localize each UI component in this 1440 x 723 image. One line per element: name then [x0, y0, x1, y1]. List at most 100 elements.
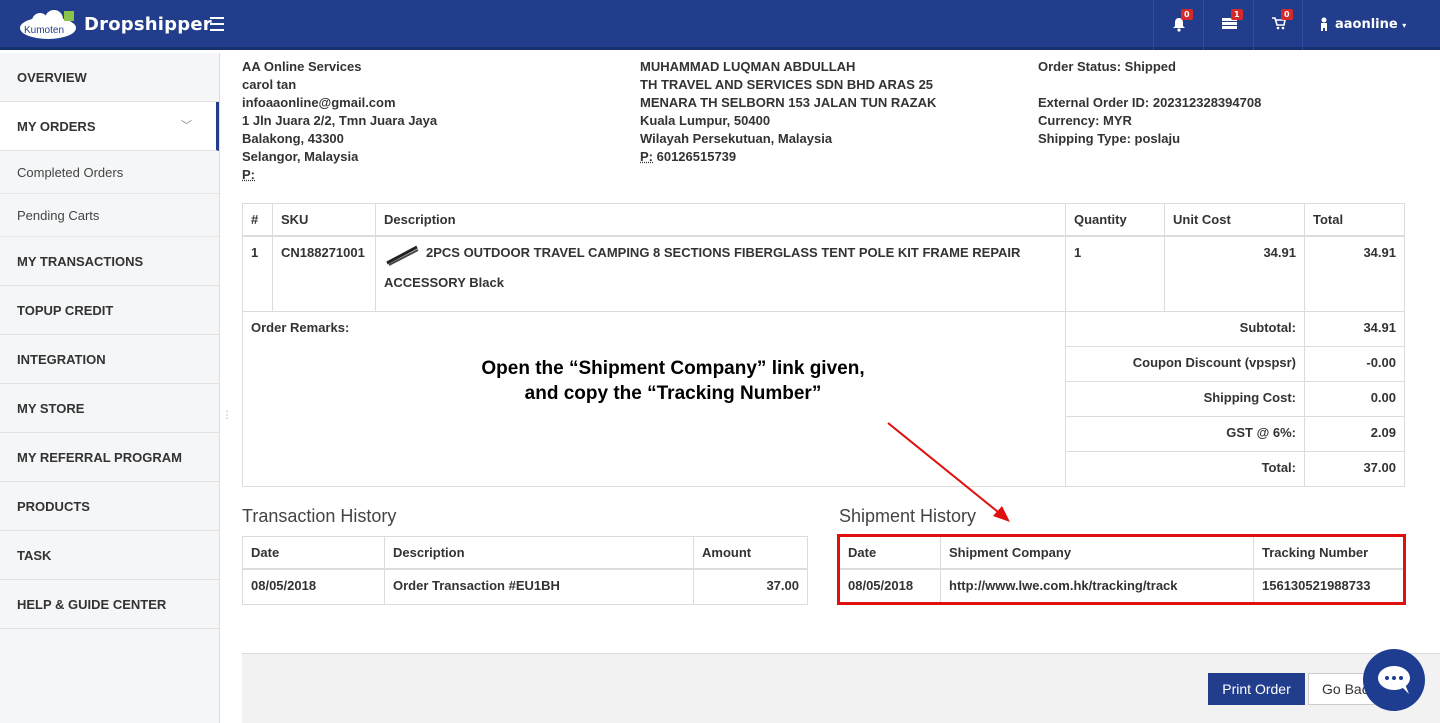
cart-button[interactable]: 0	[1253, 0, 1303, 50]
transaction-history-title: Transaction History	[242, 506, 397, 526]
shipment-history-table: Date Shipment Company Tracking Number 08…	[839, 536, 1405, 605]
sidebar-item-topup-credit[interactable]: TOPUP CREDIT	[0, 286, 219, 335]
sidebar-item-help-guide-center[interactable]: HELP & GUIDE CENTER	[0, 580, 219, 629]
instruction-annotation: Open the “Shipment Company” link given, …	[481, 358, 865, 404]
chat-button[interactable]	[1363, 649, 1425, 711]
transaction-description: Order Transaction #EU1BH	[384, 568, 694, 605]
sku-cell: CN188271001	[272, 235, 376, 312]
sidebar-item-overview[interactable]: OVERVIEW	[0, 53, 219, 102]
recipient-address-line: TH TRAVEL AND SERVICES SDN BHD ARAS 25	[640, 77, 934, 92]
user-menu[interactable]: aaonline ▾	[1302, 0, 1440, 50]
table-header-row: Date Shipment Company Tracking Number	[839, 536, 1405, 570]
external-order-id: External Order ID: 202312328394708	[1038, 95, 1262, 110]
sidebar-item-integration[interactable]: INTEGRATION	[0, 335, 219, 384]
column-header: Description	[384, 536, 694, 570]
column-header: Date	[839, 536, 941, 570]
recipient-phone: P: 60126515739	[640, 149, 737, 164]
seller-address-line: Balakong, 43300	[242, 131, 344, 146]
shipment-history-title: Shipment History	[839, 506, 977, 526]
seller-address-line: 1 Jln Juara 2/2, Tmn Juara Jaya	[242, 113, 438, 128]
table-header-row: Date Description Amount	[242, 536, 808, 570]
notifications-badge: 0	[1181, 9, 1193, 20]
column-header: Quantity	[1065, 203, 1165, 237]
sidebar-item-my-store[interactable]: MY STORE	[0, 384, 219, 433]
shipment-date: 08/05/2018	[839, 568, 941, 605]
column-header: Date	[242, 536, 385, 570]
transaction-amount: 37.00	[693, 568, 808, 605]
column-header: SKU	[272, 203, 376, 237]
sidebar: OVERVIEW MY ORDERS ﹀ Completed Orders Pe…	[0, 53, 220, 723]
summary-row: Order Remarks: Subtotal: 34.91	[242, 310, 1405, 487]
summary-value: 2.09	[1304, 415, 1405, 452]
column-header: Tracking Number	[1253, 536, 1405, 570]
recipient-address-line: Wilayah Persekutuan, Malaysia	[640, 131, 833, 146]
summary-label: GST @ 6%:	[1065, 415, 1305, 452]
print-order-button[interactable]: Print Order	[1208, 673, 1305, 705]
transaction-date: 08/05/2018	[242, 568, 385, 605]
recipient-name: MUHAMMAD LUQMAN ABDULLAH	[640, 59, 856, 74]
recipient-address-line: Kuala Lumpur, 50400	[640, 113, 771, 128]
seller-name: carol tan	[242, 77, 297, 92]
summary-label: Total:	[1065, 450, 1305, 487]
user-icon	[1319, 17, 1329, 35]
sidebar-item-my-referral-program[interactable]: MY REFERRAL PROGRAM	[0, 433, 219, 482]
messages-button[interactable]: 1	[1203, 0, 1253, 50]
table-header-row: # SKU Description Quantity Unit Cost Tot…	[242, 203, 1405, 237]
notifications-button[interactable]: 0	[1153, 0, 1203, 50]
order-status: Order Status: Shipped	[1038, 59, 1176, 74]
menu-toggle-icon[interactable]	[210, 17, 224, 31]
sidebar-subitem-completed-orders[interactable]: Completed Orders	[0, 151, 219, 194]
summary-value: 34.91	[1304, 310, 1405, 347]
quantity-cell: 1	[1065, 235, 1165, 312]
sidebar-item-my-transactions[interactable]: MY TRANSACTIONS	[0, 237, 219, 286]
column-header: Unit Cost	[1164, 203, 1305, 237]
cart-badge: 0	[1281, 9, 1293, 20]
sidebar-subitem-pending-carts[interactable]: Pending Carts	[0, 194, 219, 237]
summary-label: Subtotal:	[1065, 310, 1305, 347]
sidebar-item-task[interactable]: TASK	[0, 531, 219, 580]
column-header: Description	[375, 203, 1066, 237]
sidebar-item-my-orders[interactable]: MY ORDERS ﹀	[0, 102, 219, 151]
transaction-history-table: Date Description Amount 08/05/2018 Order…	[242, 536, 808, 605]
chevron-down-icon: ﹀	[181, 120, 192, 132]
seller-phone: P:	[242, 167, 255, 182]
logo-text: Kumoten	[24, 25, 64, 36]
seller-company: AA Online Services	[242, 59, 362, 74]
table-row: 08/05/2018 Order Transaction #EU1BH 37.0…	[242, 568, 808, 605]
sidebar-item-products[interactable]: PRODUCTS	[0, 482, 219, 531]
chat-bubble-icon	[1378, 666, 1410, 694]
messages-badge: 1	[1231, 9, 1243, 20]
seller-address-line: Selangor, Malaysia	[242, 149, 359, 164]
currency: Currency: MYR	[1038, 113, 1132, 128]
column-header: Total	[1304, 203, 1405, 237]
kumoten-logo[interactable]: Kumoten	[18, 9, 78, 41]
recipient-address-line: MENARA TH SELBORN 153 JALAN TUN RAZAK	[640, 95, 937, 110]
row-index: 1	[242, 235, 273, 312]
column-header: #	[242, 203, 273, 237]
shipping-type: Shipping Type: poslaju	[1038, 131, 1181, 146]
summary-label: Shipping Cost:	[1065, 380, 1305, 417]
seller-email: infoaaonline@gmail.com	[242, 95, 396, 110]
top-navbar: Kumoten Dropshipper 0 1 0 aaonline ▾	[0, 0, 1440, 50]
username: aaonline ▾	[1335, 17, 1407, 32]
column-header: Amount	[693, 536, 808, 570]
summary-value: 37.00	[1304, 450, 1405, 487]
caret-down-icon: ▾	[1402, 21, 1407, 30]
total-cell: 34.91	[1304, 235, 1405, 312]
order-items-table: # SKU Description Quantity Unit Cost Tot…	[242, 203, 1405, 487]
description-cell: 2PCS OUTDOOR TRAVEL CAMPING 8 SECTIONS F…	[375, 235, 1066, 312]
seller-address: AA Online Services carol tan infoaaonlin…	[242, 58, 437, 184]
tracking-number[interactable]: 156130521988733	[1253, 568, 1405, 605]
sidebar-item-label: MY ORDERS	[17, 119, 96, 134]
table-row: 1 CN188271001 2PCS OUTDOOR TRAVEL CAMPIN…	[242, 235, 1405, 312]
summary-value: 0.00	[1304, 380, 1405, 417]
product-thumbnail[interactable]	[384, 242, 420, 266]
summary-label: Coupon Discount (vpspsr)	[1065, 345, 1305, 382]
recipient-address: MUHAMMAD LUQMAN ABDULLAH TH TRAVEL AND S…	[640, 58, 936, 166]
column-header: Shipment Company	[940, 536, 1254, 570]
brand-name[interactable]: Dropshipper	[84, 14, 212, 35]
table-row: 08/05/2018 http://www.lwe.com.hk/trackin…	[839, 568, 1405, 605]
order-detail-content: AA Online Services carol tan infoaaonlin…	[228, 53, 1440, 723]
shipment-company-link[interactable]: http://www.lwe.com.hk/tracking/track	[940, 568, 1254, 605]
unit-cost-cell: 34.91	[1164, 235, 1305, 312]
